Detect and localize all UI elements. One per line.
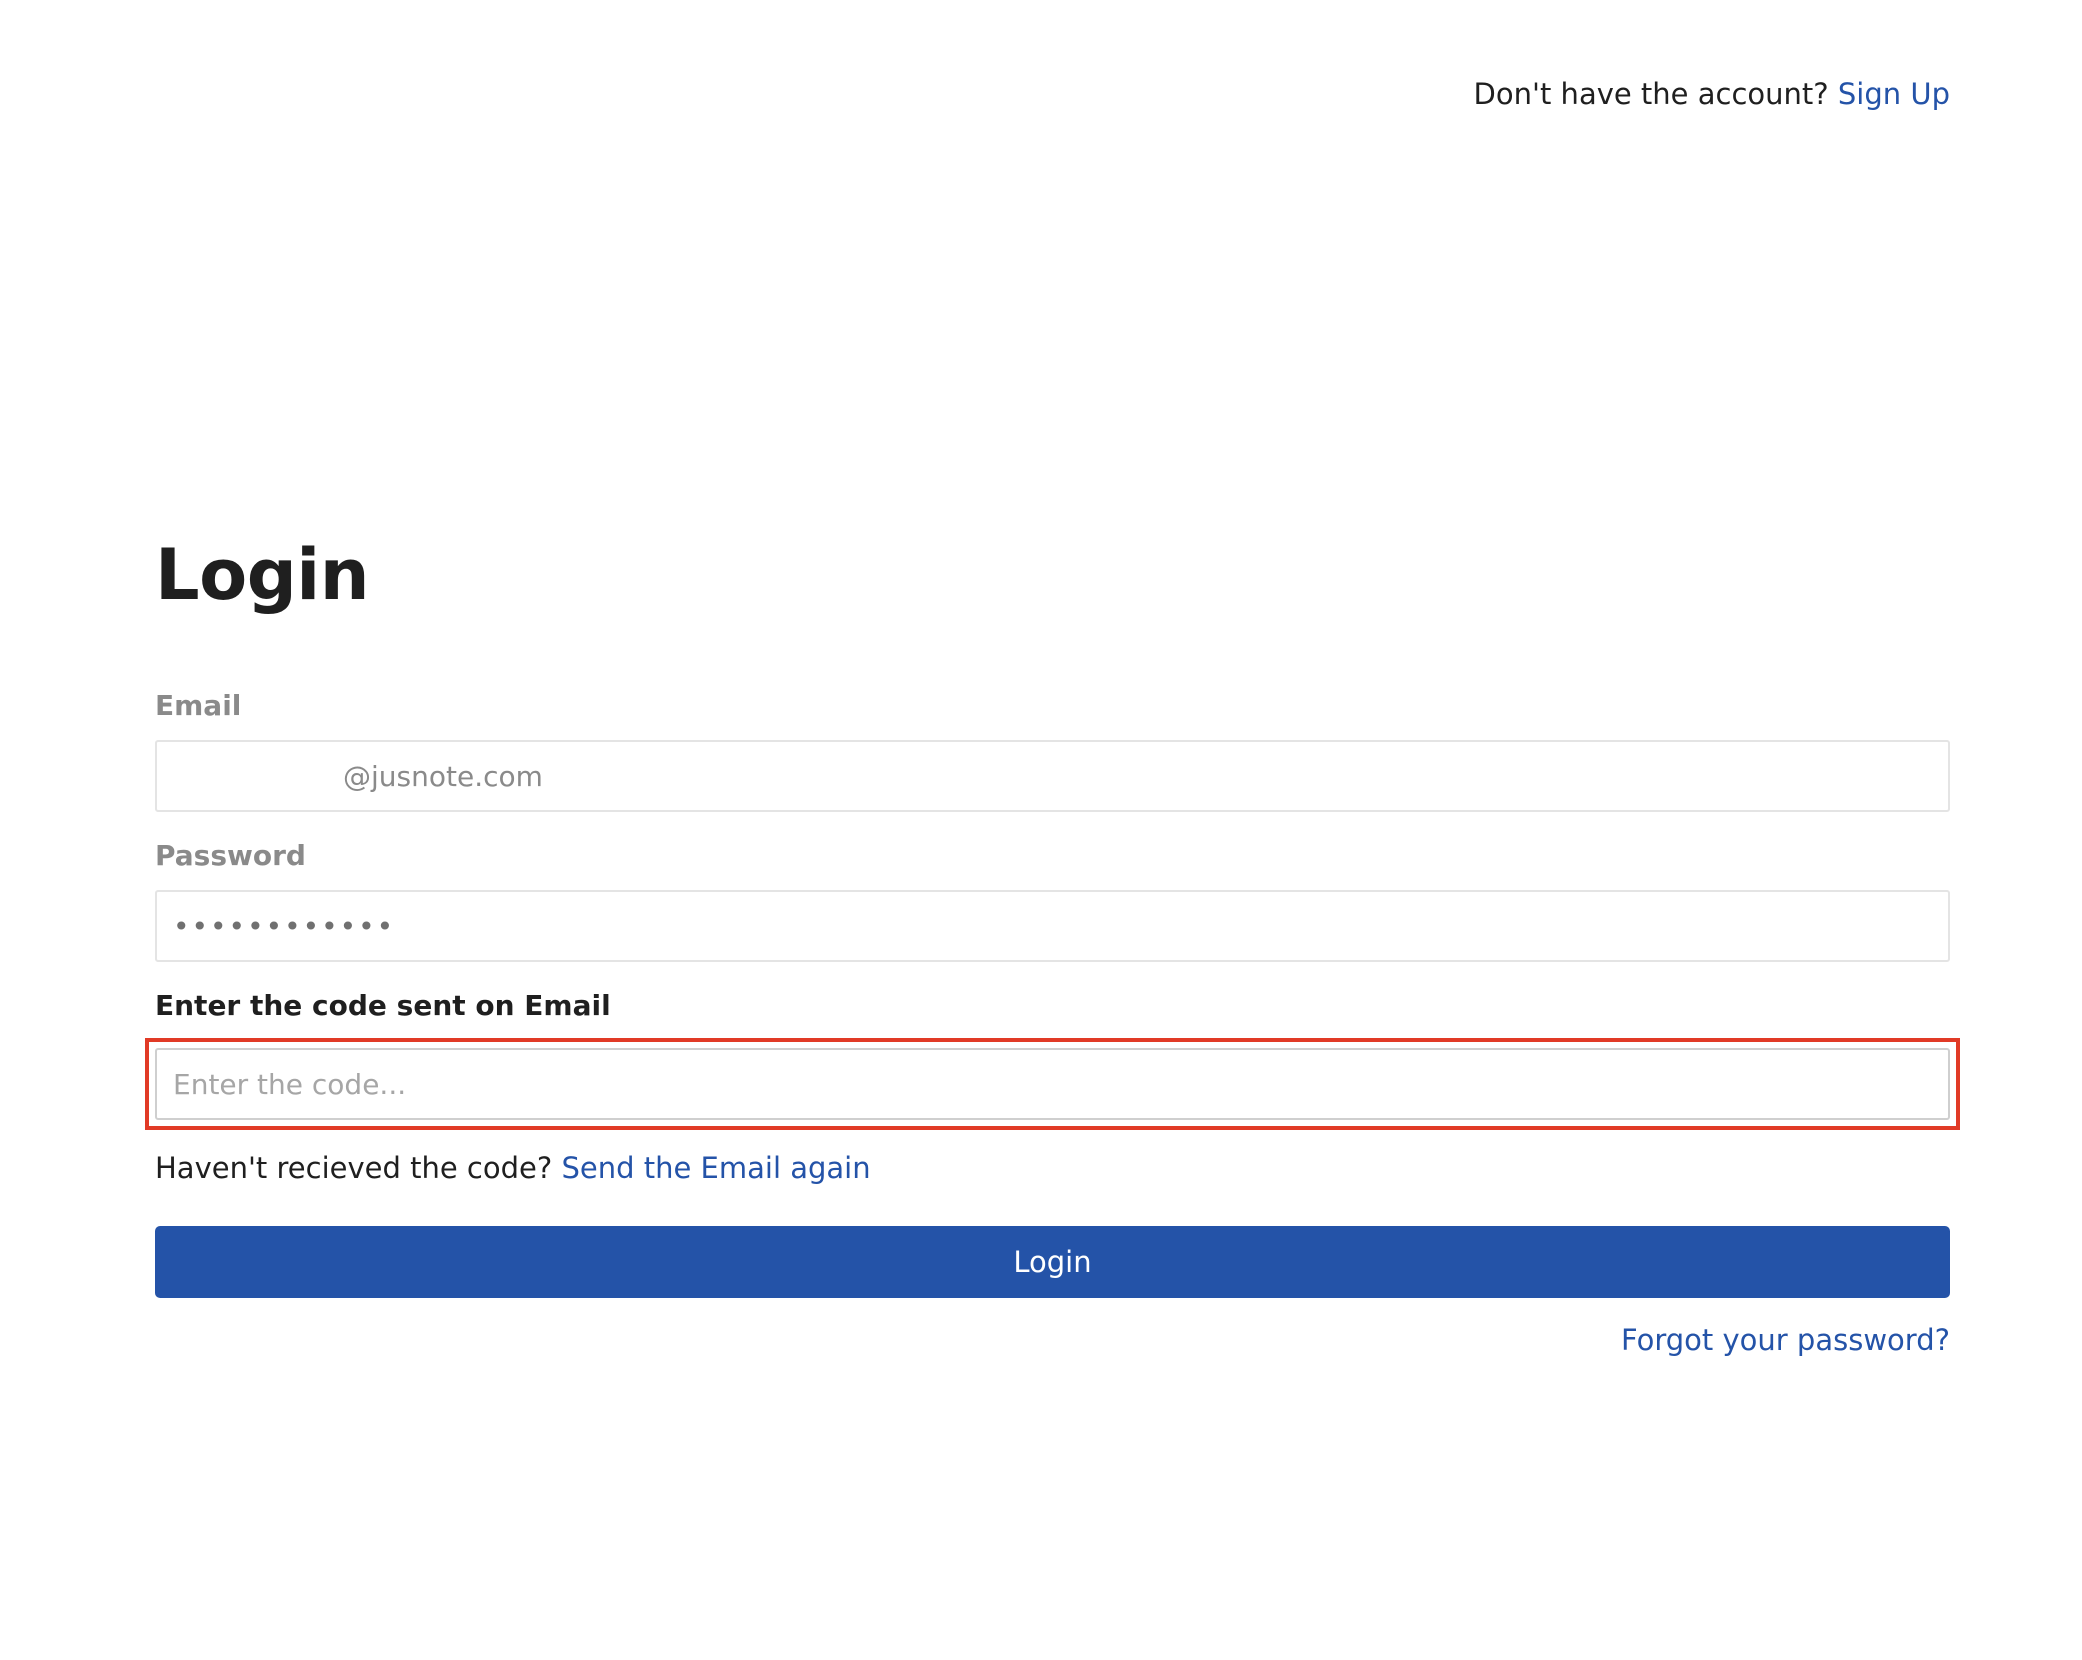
email-field[interactable]	[155, 740, 1950, 812]
login-button[interactable]: Login	[155, 1226, 1950, 1298]
login-form: Login Email Password Enter the code sent…	[145, 520, 1960, 1362]
forgot-password-link[interactable]: Forgot your password?	[1621, 1323, 1950, 1357]
code-label: Enter the code sent on Email	[155, 989, 611, 1022]
page-title: Login	[155, 534, 370, 616]
code-field-highlight	[145, 1038, 1960, 1130]
signup-link[interactable]: Sign Up	[1838, 77, 1950, 111]
resend-prompt-text: Haven't recieved the code?	[155, 1151, 553, 1185]
code-input[interactable]	[155, 1048, 1950, 1120]
password-field[interactable]	[155, 890, 1950, 962]
resend-email-link[interactable]: Send the Email again	[561, 1151, 870, 1185]
forgot-password-row: Forgot your password?	[155, 1318, 1950, 1362]
signup-prompt-row: Don't have the account? Sign Up	[1474, 72, 1950, 116]
resend-row: Haven't recieved the code? Send the Emai…	[155, 1146, 1950, 1190]
password-label: Password	[155, 839, 306, 872]
signup-prompt-text: Don't have the account?	[1473, 77, 1829, 111]
email-label: Email	[155, 689, 242, 722]
